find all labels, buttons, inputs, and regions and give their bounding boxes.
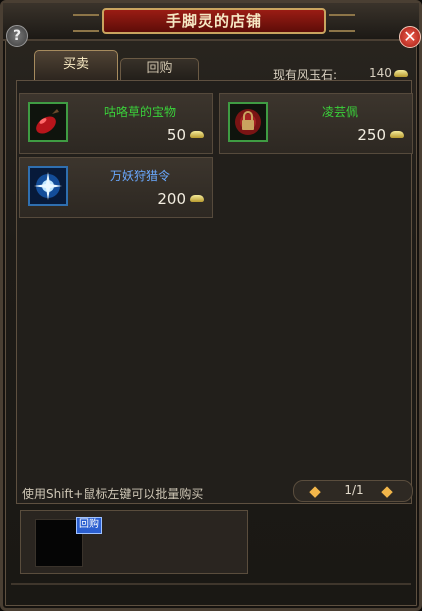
- shop-window: 手脚灵的店铺 ? ✕ 买卖 回购 现有风玉石: 140 咕咯草的宝物 50 凌芸…: [0, 0, 422, 611]
- jade-ingot-icon: [190, 131, 204, 138]
- divider: [11, 583, 411, 585]
- item-price: 250: [357, 126, 386, 144]
- buyback-badge: 回购: [76, 517, 102, 534]
- page-indicator: 1/1: [344, 483, 364, 497]
- shop-item-grid: 咕咯草的宝物 50 凌芸佩 250 万妖狩猎令 200: [16, 80, 413, 504]
- next-page-button[interactable]: ◆: [378, 482, 396, 500]
- title-bar[interactable]: 手脚灵的店铺: [3, 3, 419, 41]
- close-button[interactable]: ✕: [399, 26, 421, 48]
- jade-ingot-icon: [190, 195, 204, 202]
- title-ornament-left: [73, 14, 99, 32]
- shop-item[interactable]: 万妖狩猎令 200: [19, 157, 213, 218]
- locked-pendant-icon[interactable]: [228, 102, 268, 142]
- item-price: 50: [166, 126, 186, 144]
- prev-page-button[interactable]: ◆: [306, 482, 324, 500]
- batch-buy-hint: 使用Shift+鼠标左键可以批量购买: [22, 487, 204, 501]
- red-bundle-icon[interactable]: [28, 102, 68, 142]
- jade-ingot-icon: [394, 70, 408, 77]
- shop-item[interactable]: 凌芸佩 250: [219, 93, 413, 154]
- window-title: 手脚灵的店铺: [102, 8, 326, 34]
- item-name: 万妖狩猎令: [109, 169, 170, 183]
- help-button[interactable]: ?: [6, 25, 28, 47]
- tab-buyback[interactable]: 回购: [120, 58, 199, 80]
- title-ornament-right: [329, 14, 355, 32]
- item-name: 凌芸佩: [321, 105, 358, 119]
- shop-item[interactable]: 咕咯草的宝物 50: [19, 93, 213, 154]
- item-name: 咕咯草的宝物: [103, 105, 176, 119]
- tab-buy-sell[interactable]: 买卖: [34, 50, 118, 80]
- jade-ingot-icon: [390, 131, 404, 138]
- currency-value: 140: [369, 66, 392, 80]
- pagination: ◆ 1/1 ◆: [293, 480, 413, 502]
- item-price: 200: [157, 190, 186, 208]
- buyback-area: 回购: [20, 510, 248, 574]
- blue-star-token-icon[interactable]: [28, 166, 68, 206]
